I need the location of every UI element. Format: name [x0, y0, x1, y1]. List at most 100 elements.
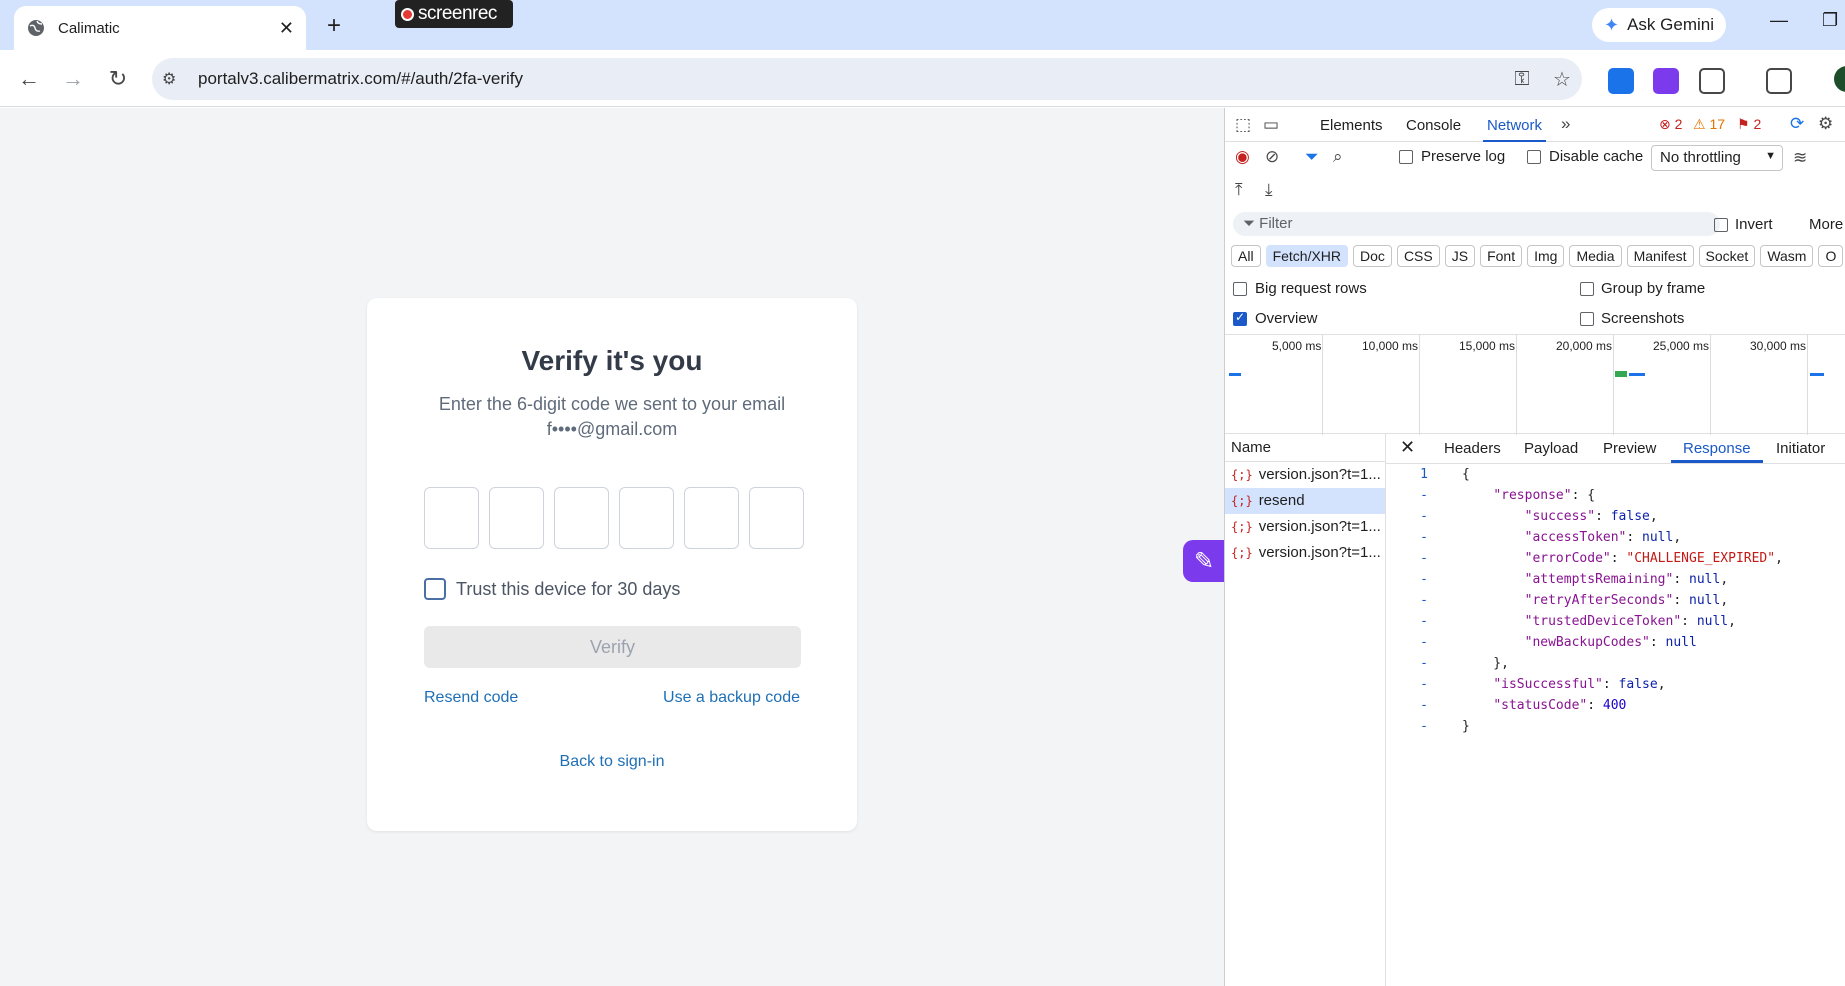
- update-icon[interactable]: ⟳: [1790, 114, 1804, 134]
- tab-preview[interactable]: Preview: [1603, 440, 1656, 457]
- import-har-icon[interactable]: ⤒: [1235, 180, 1243, 200]
- code-digit-6[interactable]: [749, 487, 804, 549]
- overview-label: Overview: [1255, 310, 1318, 327]
- more-filters-button[interactable]: More: [1809, 216, 1843, 233]
- edit-pencil-icon[interactable]: ✎: [1183, 540, 1225, 582]
- code-digit-2[interactable]: [489, 487, 544, 549]
- issue-count[interactable]: ⚑ 2: [1737, 116, 1761, 133]
- preserve-log-checkbox[interactable]: [1399, 150, 1413, 164]
- code-digit-5[interactable]: [684, 487, 739, 549]
- response-body[interactable]: 1{- "response": {- "success": false, - "a…: [1386, 464, 1845, 737]
- type-js[interactable]: JS: [1444, 245, 1476, 267]
- type-css[interactable]: CSS: [1396, 245, 1440, 267]
- backup-code-link[interactable]: Use a backup code: [663, 689, 800, 707]
- ask-gemini-button[interactable]: ✦ Ask Gemini: [1592, 8, 1726, 42]
- big-rows-label: Big request rows: [1255, 280, 1367, 297]
- line-gutter: -: [1420, 572, 1428, 587]
- close-detail-icon[interactable]: ✕: [1400, 437, 1415, 458]
- line-text: "newBackupCodes": null: [1524, 635, 1697, 650]
- type-fetch-xhr[interactable]: Fetch/XHR: [1265, 245, 1349, 267]
- reload-icon[interactable]: ↻: [103, 64, 133, 94]
- minimize-icon[interactable]: —: [1770, 10, 1788, 31]
- trust-device-row[interactable]: Trust this device for 30 days: [424, 578, 680, 600]
- search-icon[interactable]: ⌕: [1333, 147, 1343, 167]
- request-row[interactable]: {;} resend: [1225, 488, 1385, 514]
- clear-icon[interactable]: ⊘: [1265, 147, 1279, 167]
- back-to-sign-in-link[interactable]: Back to sign-in: [367, 753, 857, 771]
- tab-payload[interactable]: Payload: [1524, 440, 1578, 457]
- trust-device-label: Trust this device for 30 days: [456, 578, 681, 599]
- type-doc[interactable]: Doc: [1353, 245, 1392, 267]
- code-digit-1[interactable]: [424, 487, 479, 549]
- bookmark-star-icon[interactable]: ☆: [1542, 67, 1582, 92]
- warning-count[interactable]: ⚠ 17: [1693, 116, 1725, 133]
- tab-elements[interactable]: Elements: [1320, 117, 1383, 134]
- search-tabs-icon[interactable]: [1766, 68, 1792, 94]
- screenshots-checkbox[interactable]: [1580, 312, 1594, 326]
- big-rows-checkbox[interactable]: [1233, 282, 1247, 296]
- forward-icon[interactable]: →: [58, 64, 88, 94]
- export-har-icon[interactable]: ⤓: [1265, 180, 1273, 200]
- throttling-select[interactable]: No throttling ▼: [1651, 145, 1783, 171]
- type-manifest[interactable]: Manifest: [1626, 245, 1694, 267]
- extensions-puzzle-icon[interactable]: [1699, 68, 1725, 94]
- filter-input[interactable]: ⏷ Filter: [1233, 212, 1720, 236]
- close-tab-icon[interactable]: ✕: [279, 18, 294, 39]
- back-icon[interactable]: ←: [14, 64, 44, 94]
- site-info-icon[interactable]: ⚙: [162, 69, 186, 89]
- error-count-value: 2: [1674, 116, 1683, 132]
- overview-checkbox[interactable]: [1233, 310, 1247, 326]
- group-by-frame-checkbox[interactable]: [1580, 282, 1594, 296]
- response-line: 1{: [1386, 464, 1845, 485]
- disable-cache-checkbox[interactable]: [1527, 150, 1541, 164]
- line-gutter: -: [1420, 698, 1428, 713]
- network-overview-timeline[interactable]: 5,000 ms 10,000 ms 15,000 ms 20,000 ms 2…: [1225, 334, 1845, 435]
- type-socket[interactable]: Socket: [1698, 245, 1756, 267]
- code-digit-4[interactable]: [619, 487, 674, 549]
- response-line: - "errorCode": "CHALLENGE_EXPIRED",: [1386, 548, 1845, 569]
- request-row[interactable]: {;} version.json?t=1...: [1225, 540, 1385, 566]
- type-media[interactable]: Media: [1569, 245, 1622, 267]
- line-gutter: -: [1420, 551, 1428, 566]
- code-digit-3[interactable]: [554, 487, 609, 549]
- tab-response[interactable]: Response: [1671, 440, 1763, 463]
- filter-toggle-icon[interactable]: ⏷: [1305, 147, 1319, 167]
- url-text[interactable]: portalv3.calibermatrix.com/#/auth/2fa-ve…: [198, 69, 1502, 89]
- new-tab-button[interactable]: +: [318, 10, 350, 42]
- type-font[interactable]: Font: [1480, 245, 1523, 267]
- extension-fi-icon[interactable]: [1608, 68, 1634, 94]
- screenrec-badge[interactable]: screenrec: [395, 0, 513, 28]
- resend-code-link[interactable]: Resend code: [424, 689, 518, 707]
- request-list: Name {;} version.json?t=1... {;} resend {;…: [1225, 434, 1386, 986]
- response-line: - "retryAfterSeconds": null,: [1386, 590, 1845, 611]
- dropdown-arrow-icon: ▼: [1765, 150, 1776, 162]
- type-wasm[interactable]: Wasm: [1760, 245, 1814, 267]
- address-bar[interactable]: ⚙ portalv3.calibermatrix.com/#/auth/2fa-…: [152, 58, 1582, 100]
- invert-checkbox[interactable]: [1714, 218, 1728, 232]
- trust-device-checkbox[interactable]: [424, 578, 446, 600]
- restore-icon[interactable]: ❐: [1822, 10, 1838, 31]
- request-row[interactable]: {;} version.json?t=1...: [1225, 462, 1385, 488]
- name-column-header[interactable]: Name: [1225, 434, 1385, 462]
- stop-recording-icon[interactable]: ◉: [1235, 147, 1250, 167]
- network-conditions-icon[interactable]: ≋: [1793, 148, 1807, 168]
- inspect-icon[interactable]: ⬚: [1235, 115, 1251, 135]
- type-all[interactable]: All: [1231, 245, 1261, 267]
- tab-headers[interactable]: Headers: [1444, 440, 1501, 457]
- error-count[interactable]: ⊗ 2: [1659, 116, 1682, 133]
- verify-button[interactable]: Verify: [424, 626, 801, 668]
- line-gutter: -: [1420, 488, 1428, 503]
- invert-label: Invert: [1735, 216, 1773, 233]
- request-row[interactable]: {;} version.json?t=1...: [1225, 514, 1385, 540]
- type-other[interactable]: O: [1818, 245, 1844, 267]
- type-img[interactable]: Img: [1527, 245, 1565, 267]
- more-tabs-icon[interactable]: »: [1561, 114, 1570, 134]
- settings-gear-icon[interactable]: ⚙: [1818, 114, 1833, 134]
- extension-pen-icon[interactable]: [1653, 68, 1679, 94]
- browser-tab[interactable]: Calimatic ✕: [14, 6, 306, 50]
- tab-console[interactable]: Console: [1406, 117, 1461, 134]
- device-toggle-icon[interactable]: ▭: [1263, 115, 1279, 135]
- tab-network[interactable]: Network: [1482, 117, 1547, 142]
- password-key-icon[interactable]: ⚿: [1502, 68, 1542, 91]
- tab-initiator[interactable]: Initiator: [1776, 440, 1825, 457]
